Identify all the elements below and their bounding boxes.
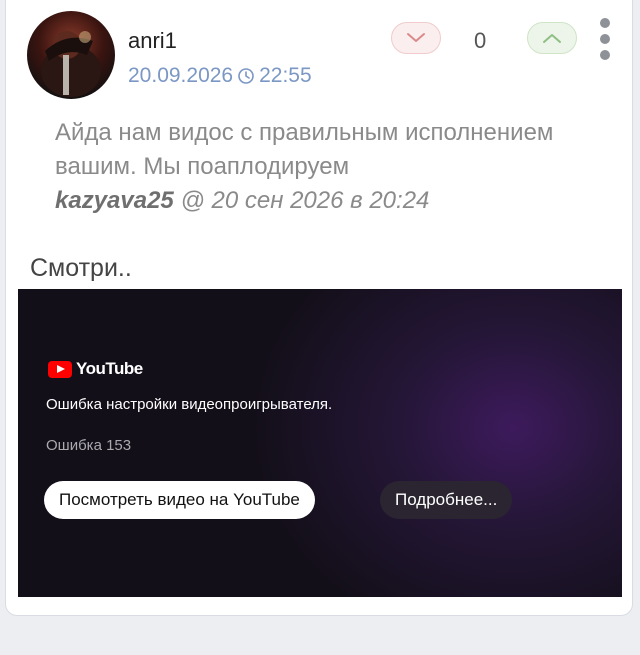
youtube-play-icon [48,360,72,378]
quoted-message: Айда нам видос с правильным исполнением … [55,116,600,218]
menu-dot [600,18,610,28]
error-title: Ошибка настройки видеопроигрывателя. [46,396,333,413]
vote-up-button[interactable] [527,22,577,54]
error-code: Ошибка 153 [46,437,132,454]
comment-datetime: 20.09.2026 22:55 [128,64,312,88]
video-embed[interactable]: YouTube Ошибка настройки видеопроигрыват… [18,289,622,597]
quote-text: Айда нам видос с правильным исполнением … [55,119,554,180]
clock-icon [238,68,254,84]
comment-body: Смотри.. [30,254,132,282]
avatar-image [41,31,101,97]
quote-meta: @ 20 сен 2026 в 20:24 [180,187,430,214]
chevron-up-icon [543,34,561,43]
more-info-button[interactable]: Подробнее... [380,481,513,519]
youtube-logo: YouTube [48,359,143,379]
more-vertical-icon[interactable] [598,18,612,60]
vote-down-button[interactable] [391,22,441,54]
watch-on-youtube-button[interactable]: Посмотреть видео на YouTube [44,481,315,519]
avatar[interactable] [27,11,115,99]
menu-dot [600,50,610,60]
comment-date: 20.09.2026 [128,64,234,87]
username[interactable]: anri1 [128,28,177,54]
quote-author[interactable]: kazyava25 [55,187,174,214]
menu-dot [600,34,610,44]
vote-count: 0 [474,28,487,53]
chevron-down-icon [407,33,425,42]
comment-time: 22:55 [259,64,312,87]
youtube-logo-text: YouTube [76,359,143,378]
